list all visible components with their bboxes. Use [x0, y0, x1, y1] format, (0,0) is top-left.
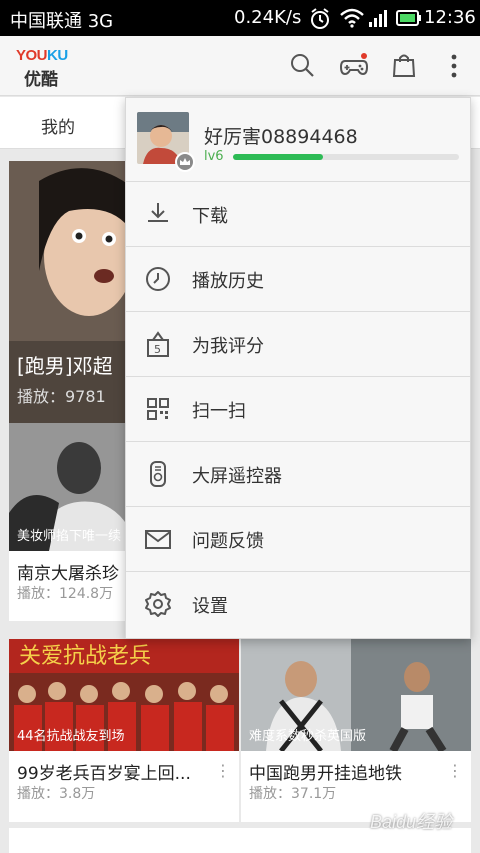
video-title: 中国跑男开挂追地铁	[249, 764, 402, 784]
video-more-button[interactable]: ⋮	[447, 761, 463, 780]
remote-icon	[150, 461, 166, 487]
video-overlay-caption: 难度系数秒杀英国版	[249, 729, 367, 744]
featured-video-caption: [跑男]邓超	[17, 354, 113, 378]
video-plays: 播放：37.1万	[249, 786, 337, 802]
menu-item-label: 大屏遥控器	[192, 466, 282, 487]
shopping-bag-icon[interactable]	[392, 52, 416, 78]
more-options-icon[interactable]	[448, 52, 460, 80]
video-plays: 播放：124.8万	[17, 586, 114, 602]
status-bar: 中国联通 3G 0.24K/s 12:36	[0, 0, 480, 36]
username: 好厉害08894468	[204, 126, 358, 148]
alarm-icon	[311, 8, 329, 29]
game-controller-icon[interactable]	[339, 52, 369, 78]
video-overlay-caption: 美妆师掐下唯一续	[17, 529, 122, 544]
video-more-button[interactable]: ⋮	[215, 761, 231, 780]
video-title: 99岁老兵百岁宴上回...	[17, 764, 191, 784]
menu-item-settings[interactable]: 设置	[126, 572, 470, 637]
tab-mine[interactable]: 我的	[41, 113, 75, 138]
youku-logo-cn: 优酷	[24, 70, 58, 90]
menu-item-label: 扫一扫	[192, 401, 246, 422]
gear-icon	[145, 591, 171, 617]
battery-icon	[396, 10, 421, 26]
user-level: lv6	[204, 149, 224, 164]
app-header: YOUKU 优酷	[0, 36, 480, 96]
user-menu: 好厉害08894468 lv6 下载 播放历史 5 为我评分 扫一扫 大屏遥控器…	[125, 97, 471, 639]
rate-bag-icon: 5	[147, 331, 169, 357]
svg-text:关爱抗战老兵: 关爱抗战老兵	[19, 644, 151, 669]
wifi-icon	[340, 8, 364, 28]
svg-text:5: 5	[154, 343, 161, 356]
level-progress-fill	[233, 154, 324, 160]
featured-video-card[interactable]: [跑男]邓超 播放：9781	[9, 161, 137, 423]
menu-item-feedback[interactable]: 问题反馈	[126, 507, 470, 572]
network-speed: 0.24K/s	[234, 7, 302, 28]
download-icon	[148, 203, 168, 222]
video-title: 南京大屠杀珍	[17, 564, 119, 584]
video-overlay-caption: 44名抗战战友到场	[17, 729, 125, 744]
video-card[interactable]: 关爱抗战老兵 44名抗战战友到场 99岁老兵百岁宴上回... ⋮ 播放：3.8万	[9, 639, 239, 822]
baidu-watermark: Baidu经验	[370, 812, 453, 832]
menu-item-remote[interactable]: 大屏遥控器	[126, 442, 470, 507]
level-progress-bar	[233, 154, 459, 160]
menu-item-history[interactable]: 播放历史	[126, 247, 470, 312]
signal-icon	[369, 10, 387, 27]
youku-logo[interactable]: YOUKU	[16, 47, 68, 64]
menu-item-label: 下载	[192, 206, 228, 227]
menu-user-header[interactable]: 好厉害08894468 lv6	[126, 98, 470, 182]
search-icon[interactable]	[289, 52, 315, 78]
video-plays: 播放：3.8万	[17, 786, 96, 802]
menu-item-label: 设置	[192, 596, 228, 617]
clock-time: 12:36	[424, 7, 476, 28]
clock-icon	[146, 267, 170, 291]
menu-item-scan[interactable]: 扫一扫	[126, 377, 470, 442]
video-card[interactable]: 美妆师掐下唯一续 南京大屠杀珍 播放：124.8万	[9, 423, 137, 621]
vip-crown-icon	[175, 152, 195, 172]
menu-item-rate[interactable]: 5 为我评分	[126, 312, 470, 377]
mail-icon	[145, 530, 171, 549]
menu-item-download[interactable]: 下载	[126, 182, 470, 247]
carrier-label: 中国联通 3G	[10, 11, 114, 32]
video-card[interactable]: 难度系数秒杀英国版 中国跑男开挂追地铁 ⋮ 播放：37.1万	[241, 639, 471, 822]
menu-item-label: 为我评分	[192, 336, 264, 357]
featured-video-plays: 播放：9781	[17, 387, 106, 406]
qr-scan-icon	[147, 398, 169, 420]
menu-item-label: 问题反馈	[192, 531, 264, 552]
menu-item-label: 播放历史	[192, 271, 264, 292]
